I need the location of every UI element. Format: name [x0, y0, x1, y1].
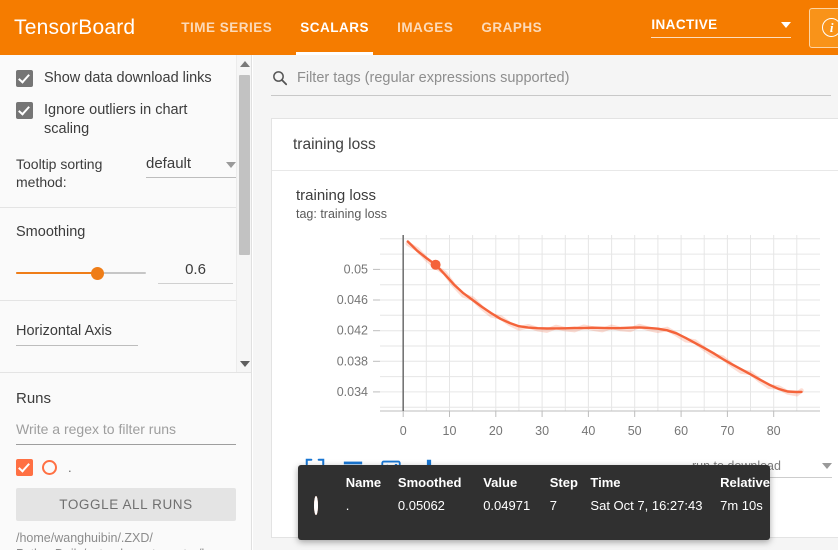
reload-status-dropdown[interactable]: INACTIVE [651, 17, 792, 38]
line-chart-svg: 0.034 0.038 0.042 0.046 0.05 0 10 20 30 40 50 60 70 8… [337, 235, 820, 438]
app-brand: TensorBoard [14, 15, 136, 39]
chart-title: training loss [296, 187, 377, 204]
tooltip-sorting-value: default [146, 155, 192, 172]
chart-tooltip: Name Smoothed Value Step Time Relative .… [298, 465, 770, 540]
slider-fill [16, 271, 97, 274]
sidebar-divider [0, 300, 251, 301]
app-header-right: INACTIVE i U [651, 0, 838, 55]
svg-text:30: 30 [535, 424, 549, 438]
tab-scalars[interactable]: SCALARS [286, 0, 383, 55]
scroll-down-arrow-icon[interactable] [240, 361, 250, 367]
run-log-path: /home/wanghuibin/.ZXD/ PythonDaily/pytor… [16, 530, 236, 550]
show-download-links-checkbox[interactable]: Show data download links [16, 69, 236, 88]
sidebar-scroll-pane: Show data download links Ignore outliers… [0, 55, 251, 373]
tooltip-row: . 0.05062 0.04971 7 Sat Oct 7, 16:27:43 … [298, 494, 770, 525]
run-list-item: . [16, 459, 236, 476]
tooltip-cell-relative: 7m 10s [720, 498, 763, 513]
chevron-down-icon [822, 462, 832, 469]
tooltip-cell-time: Sat Oct 7, 16:27:43 [590, 498, 703, 513]
sidebar-scrollbar[interactable] [236, 55, 251, 372]
chevron-down-icon [781, 22, 792, 28]
checkbox-checked-icon [16, 70, 33, 87]
main-nav-tabs: TIME SERIES SCALARS IMAGES GRAPHS [167, 0, 556, 55]
run-color-circle-icon[interactable] [42, 460, 57, 475]
card-header: training loss [272, 119, 838, 171]
smoothing-value-input[interactable]: 0.6 [158, 261, 233, 284]
show-download-links-label: Show data download links [44, 70, 212, 86]
svg-text:0.034: 0.034 [337, 385, 368, 399]
info-icon: i [822, 18, 838, 37]
chart-subtitle: tag: training loss [296, 207, 388, 221]
tooltip-header-time: Time [590, 475, 621, 490]
svg-text:0: 0 [400, 424, 407, 438]
tooltip-sorting-label: Tooltip sorting method: [16, 156, 103, 190]
chevron-down-icon [226, 162, 236, 168]
run-name-label: . [68, 460, 72, 475]
svg-text:0.042: 0.042 [337, 324, 368, 338]
runs-title: Runs [16, 390, 52, 407]
run-log-path-line1: /home/wanghuibin/.ZXD/ [16, 531, 153, 545]
toggle-all-runs-button[interactable]: TOGGLE ALL RUNS [16, 488, 236, 521]
horizontal-axis-setting: Horizontal Axis [16, 323, 236, 346]
tab-images[interactable]: IMAGES [383, 0, 467, 55]
tooltip-cell-smoothed: 0.05062 [397, 498, 445, 513]
svg-text:80: 80 [767, 424, 781, 438]
upload-button[interactable]: i U [809, 7, 838, 48]
tooltip-header-smoothed: Smoothed [397, 475, 462, 490]
tooltip-color-header [298, 465, 346, 494]
checkbox-checked-icon [16, 102, 33, 119]
svg-text:10: 10 [443, 424, 457, 438]
run-enabled-checkbox[interactable] [16, 459, 33, 476]
search-icon [273, 71, 288, 86]
reload-status-label: INACTIVE [651, 17, 718, 32]
tooltip-cell-name: . [345, 498, 350, 513]
sidebar-divider [0, 207, 251, 208]
svg-text:0.038: 0.038 [337, 354, 368, 368]
svg-text:60: 60 [674, 424, 688, 438]
runs-section: Runs Write a regex to filter runs . TOGG… [0, 374, 251, 550]
tooltip-table: Name Smoothed Value Step Time Relative .… [298, 465, 770, 525]
tooltip-header-step: Step [549, 475, 578, 490]
tooltip-cell-value: 0.04971 [483, 498, 531, 513]
tab-time-series[interactable]: TIME SERIES [167, 0, 286, 55]
svg-text:0.05: 0.05 [344, 262, 368, 276]
slider-thumb[interactable] [90, 266, 104, 280]
ignore-outliers-checkbox[interactable]: Ignore outliers in chart scaling [16, 101, 236, 139]
chart-plot-area[interactable]: 0.034 0.038 0.042 0.046 0.05 0 10 20 30 40 50 60 70 8… [272, 229, 838, 459]
series-color-dot-icon [314, 496, 318, 515]
tooltip-header-row: Name Smoothed Value Step Time Relative [298, 465, 770, 494]
smoothing-slider[interactable] [16, 266, 146, 280]
smoothing-label: Smoothing [16, 224, 86, 240]
smoothing-setting: 0.6 [16, 261, 236, 284]
tooltip-sorting-dropdown[interactable]: default [146, 155, 236, 178]
svg-text:70: 70 [720, 424, 734, 438]
settings-sidebar: Show data download links Ignore outliers… [0, 55, 252, 550]
tag-filter-bar[interactable]: Filter tags (regular expressions support… [271, 69, 831, 96]
horizontal-axis-label[interactable]: Horizontal Axis [16, 323, 138, 346]
tooltip-sorting-setting: Tooltip sorting method: default [16, 155, 236, 191]
svg-text:40: 40 [581, 424, 595, 438]
tooltip-color-cell [298, 494, 346, 525]
tab-graphs[interactable]: GRAPHS [467, 0, 556, 55]
app-header: TensorBoard TIME SERIES SCALARS IMAGES G… [0, 0, 838, 55]
tooltip-header-value: Value [483, 475, 518, 490]
runs-filter-input[interactable]: Write a regex to filter runs [16, 421, 236, 445]
ignore-outliers-label: Ignore outliers in chart scaling [44, 102, 188, 137]
svg-text:50: 50 [628, 424, 642, 438]
svg-text:20: 20 [489, 424, 503, 438]
tag-filter-placeholder: Filter tags (regular expressions support… [297, 70, 570, 86]
scroll-up-arrow-icon[interactable] [240, 61, 250, 67]
tooltip-header-name: Name [345, 475, 382, 490]
tooltip-header-relative: Relative [720, 475, 770, 490]
svg-text:0.046: 0.046 [337, 293, 368, 307]
tooltip-cell-step: 7 [549, 498, 557, 513]
card-header-title: training loss [293, 135, 376, 153]
scrollbar-thumb[interactable] [239, 75, 250, 255]
